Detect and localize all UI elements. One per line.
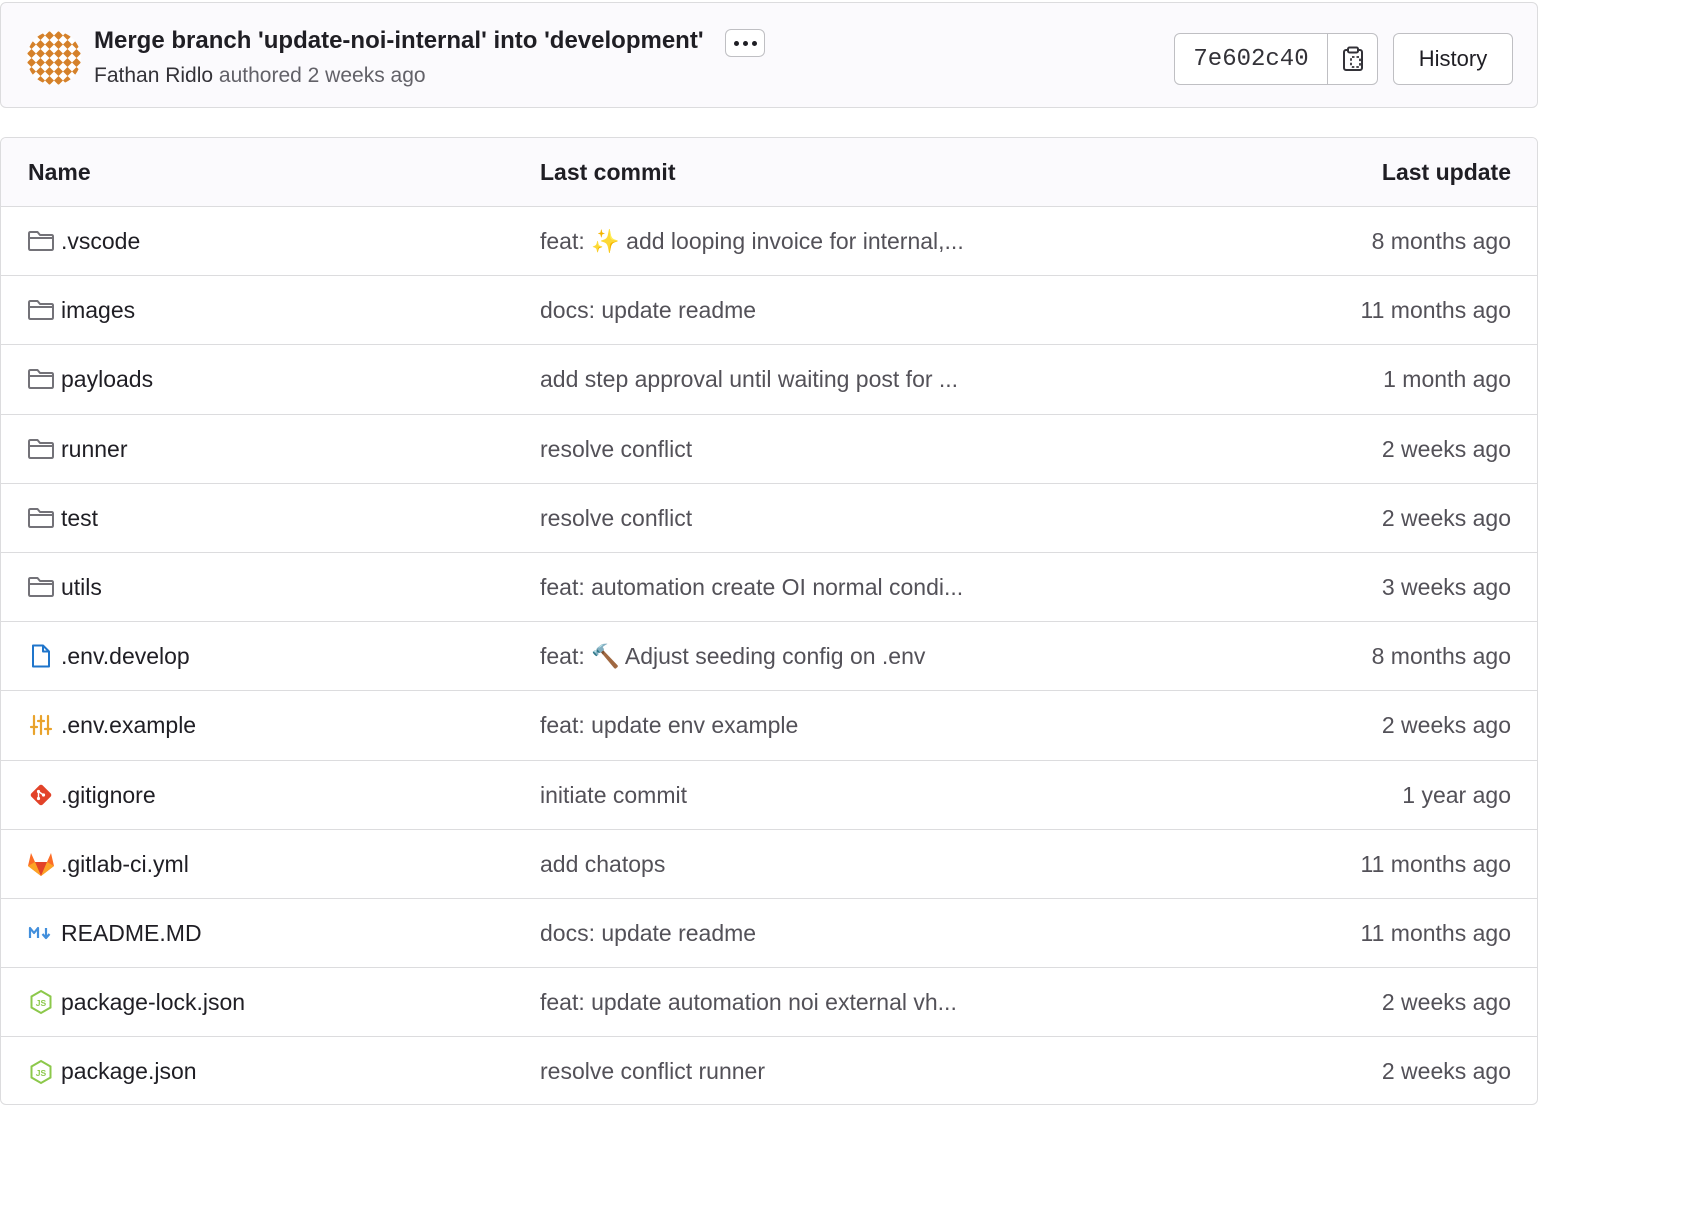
settings-sliders-icon [27,711,55,739]
author-link[interactable]: Fathan Ridlo [94,64,213,87]
svg-text:JS: JS [36,998,47,1008]
nodejs-icon: JS [27,988,55,1016]
last-update-time: 11 months ago [1360,297,1511,324]
last-commit-link[interactable]: docs: update readme [540,899,756,967]
last-update-time: 2 weeks ago [1381,989,1511,1016]
table-header: Name Last commit Last update [1,138,1537,207]
dot [751,40,757,46]
commit-sha[interactable]: 7e602c40 [1175,34,1328,84]
file-name-link[interactable]: .gitignore [61,761,156,829]
folder-icon [27,365,55,393]
table-row[interactable]: JS package-lock.json feat: update automati… [1,968,1537,1038]
folder-icon [27,296,55,324]
last-commit-link[interactable]: feat: update env example [540,691,798,759]
file-name-link[interactable]: README.MD [61,899,202,967]
last-update-time: 8 months ago [1371,643,1511,670]
folder-icon [27,227,55,255]
last-commit-link[interactable]: resolve conflict [540,415,692,483]
dot [742,40,748,46]
column-header-name: Name [28,159,91,185]
file-name-link[interactable]: payloads [61,345,153,413]
table-row[interactable]: images docs: update readme 11 months ago [1,276,1537,346]
table-row[interactable]: README.MD docs: update readme 11 months ag… [1,899,1537,969]
table-row[interactable]: utils feat: automation create OI normal c… [1,553,1537,623]
last-commit-link[interactable]: feat: 🔨 Adjust seeding config on .env [540,622,925,690]
folder-icon [27,573,55,601]
clipboard-icon [1342,46,1363,71]
authored-label: authored [218,64,302,87]
file-name-link[interactable]: package-lock.json [61,968,245,1036]
folder-icon [27,435,55,463]
folder-icon [27,504,55,532]
git-icon [27,781,55,809]
file-name-link[interactable]: runner [61,415,127,483]
file-name-link[interactable]: utils [61,553,102,621]
table-row[interactable]: JS package.json resolve conflict runner 2 w… [1,1037,1537,1104]
file-name-link[interactable]: package.json [61,1037,197,1104]
file-name-link[interactable]: .env.develop [61,622,190,690]
file-name-link[interactable]: .gitlab-ci.yml [61,830,189,898]
last-commit-panel: Merge branch 'update-noi-internal' into … [0,2,1538,108]
table-row[interactable]: .gitignore initiate commit 1 year ago [1,761,1537,830]
table-row[interactable]: payloads add step approval until waiting … [1,345,1537,415]
commit-time: 2 weeks ago [307,64,426,87]
last-update-time: 2 weeks ago [1381,504,1511,531]
file-name-link[interactable]: .env.example [61,691,196,759]
last-commit-link[interactable]: resolve conflict runner [540,1037,765,1104]
last-update-time: 2 weeks ago [1381,435,1511,462]
svg-text:JS: JS [36,1068,47,1078]
column-header-last-update: Last update [1381,159,1511,185]
last-update-time: 2 weeks ago [1381,1058,1511,1085]
table-row[interactable]: .env.develop feat: 🔨 Adjust seeding confi… [1,622,1537,692]
last-commit-link[interactable]: resolve conflict [540,484,692,552]
table-row[interactable]: .vscode feat: ✨ add looping invoice for i… [1,207,1537,277]
table-body: .vscode feat: ✨ add looping invoice for i… [1,207,1537,1104]
table-row[interactable]: runner resolve conflict 2 weeks ago [1,415,1537,484]
table-row[interactable]: .env.example feat: update env example 2 we… [1,691,1537,761]
nodejs-icon: JS [27,1058,55,1086]
last-commit-link[interactable]: feat: automation create OI normal condi.… [540,553,963,621]
file-name-link[interactable]: .vscode [61,207,140,275]
last-commit-link[interactable]: add step approval until waiting post for… [540,345,958,413]
table-row[interactable]: test resolve conflict 2 weeks ago [1,484,1537,553]
last-commit-link[interactable]: docs: update readme [540,276,756,344]
last-update-time: 11 months ago [1360,850,1511,877]
file-tree-table: Name Last commit Last update .vscode feat… [0,137,1538,1105]
last-update-time: 3 weeks ago [1381,573,1511,600]
last-update-time: 2 weeks ago [1381,712,1511,739]
toggle-commit-description-button[interactable] [725,29,765,57]
history-button[interactable]: History [1393,33,1513,85]
last-update-time: 1 month ago [1383,366,1511,393]
dot [733,40,739,46]
commit-sha-group: 7e602c40 [1174,33,1378,85]
table-row[interactable]: .gitlab-ci.yml add chatops 11 months ago [1,830,1537,899]
copy-sha-button[interactable] [1328,34,1377,84]
last-update-time: 11 months ago [1360,919,1511,946]
author-avatar[interactable] [27,31,81,85]
last-commit-link[interactable]: add chatops [540,830,665,898]
last-commit-link[interactable]: feat: update automation noi external vh.… [540,968,957,1036]
gitlab-icon [27,850,55,878]
commit-meta: Fathan Ridlo authored 2 weeks ago [94,64,426,88]
last-update-time: 8 months ago [1371,228,1511,254]
last-update-time: 1 year ago [1402,781,1511,808]
last-commit-link[interactable]: initiate commit [540,761,687,829]
file-name-link[interactable]: images [61,276,135,344]
file-icon [27,642,55,670]
markdown-icon [27,919,55,947]
column-header-last-commit: Last commit [540,159,676,185]
commit-title[interactable]: Merge branch 'update-noi-internal' into … [94,27,704,55]
file-name-link[interactable]: test [61,484,98,552]
last-commit-link[interactable]: feat: ✨ add looping invoice for internal… [540,207,964,275]
